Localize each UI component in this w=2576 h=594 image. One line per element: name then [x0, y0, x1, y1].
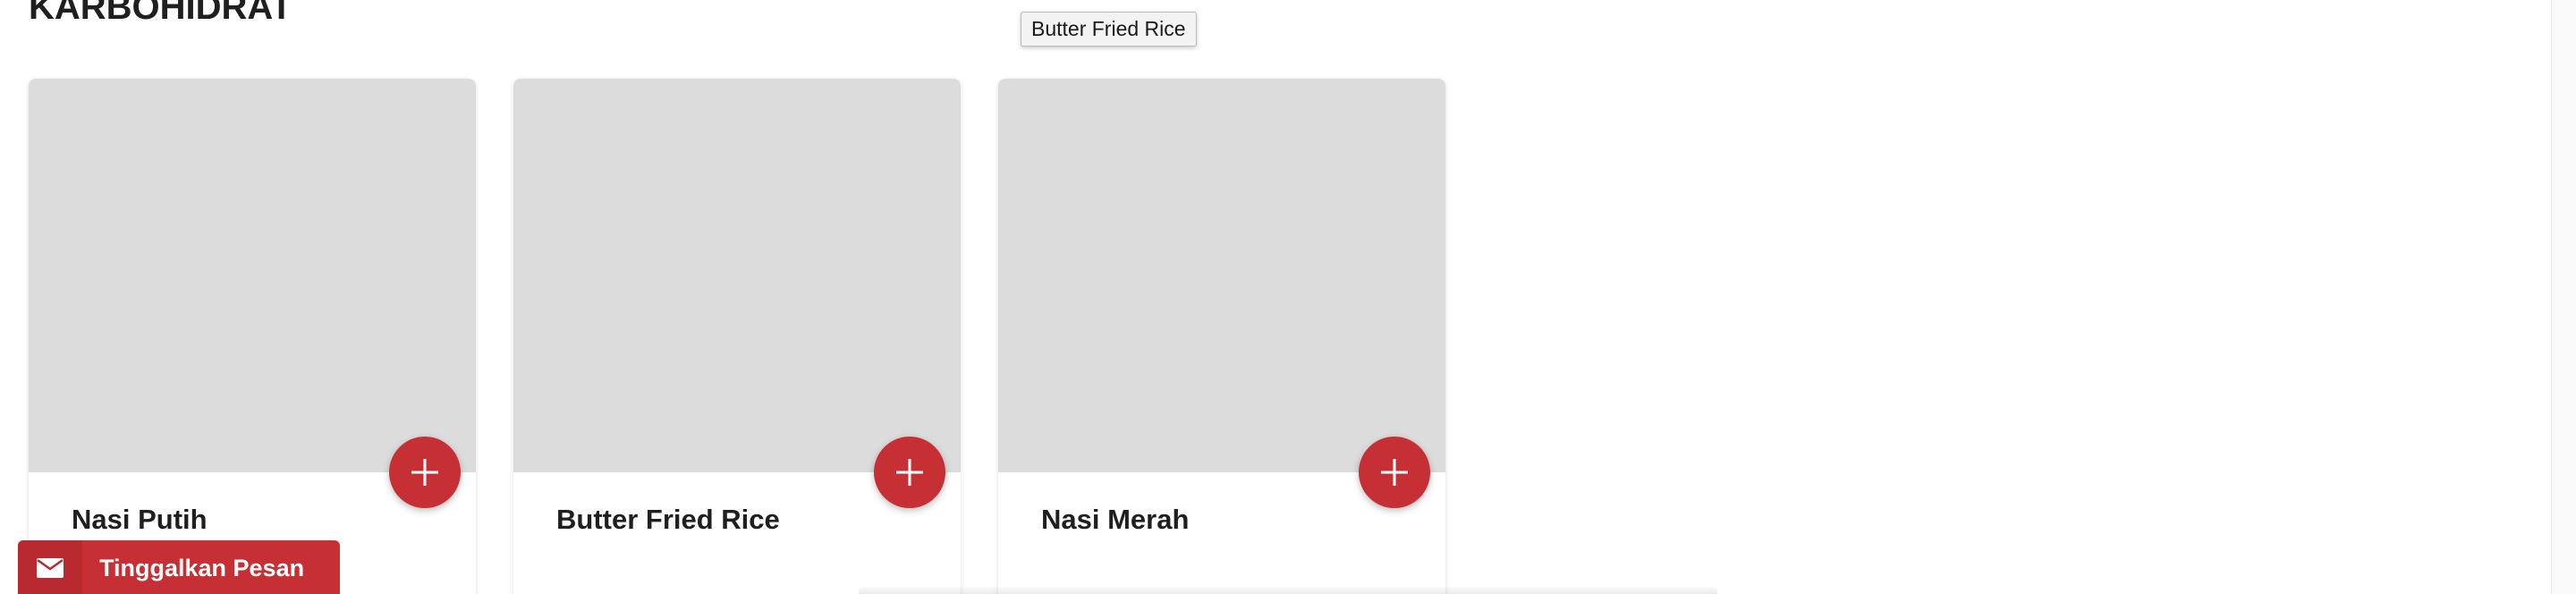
product-card[interactable]: Butter Fried Rice: [513, 79, 961, 594]
product-image-placeholder[interactable]: [513, 79, 961, 472]
scrollbar-track[interactable]: [2551, 0, 2576, 594]
product-image-placeholder[interactable]: [29, 79, 476, 472]
plus-icon: [1381, 459, 1408, 486]
product-image-placeholder[interactable]: [998, 79, 1445, 472]
section-title: KARBOHIDRAT: [29, 0, 292, 27]
add-to-cart-button[interactable]: [1359, 437, 1430, 508]
plus-icon: [411, 459, 438, 486]
product-card[interactable]: Nasi Merah: [998, 79, 1445, 594]
product-card[interactable]: Nasi Putih: [29, 79, 476, 594]
leave-message-label: Tinggalkan Pesan: [99, 554, 305, 581]
envelope-icon: [37, 558, 64, 578]
add-to-cart-button[interactable]: [389, 437, 461, 508]
product-name[interactable]: Butter Fried Rice: [556, 504, 780, 536]
product-name[interactable]: Nasi Putih: [72, 504, 208, 536]
leave-message-button[interactable]: Tinggalkan Pesan: [18, 540, 340, 594]
product-name[interactable]: Nasi Merah: [1041, 504, 1189, 536]
bottom-bar-edge: [859, 587, 1717, 594]
add-to-cart-button[interactable]: [874, 437, 945, 508]
page: KARBOHIDRAT Nasi Putih Butter Fried Rice: [0, 0, 2576, 594]
envelope-icon-box: [18, 540, 82, 594]
tooltip: Butter Fried Rice: [1021, 12, 1197, 47]
plus-icon: [896, 459, 923, 486]
